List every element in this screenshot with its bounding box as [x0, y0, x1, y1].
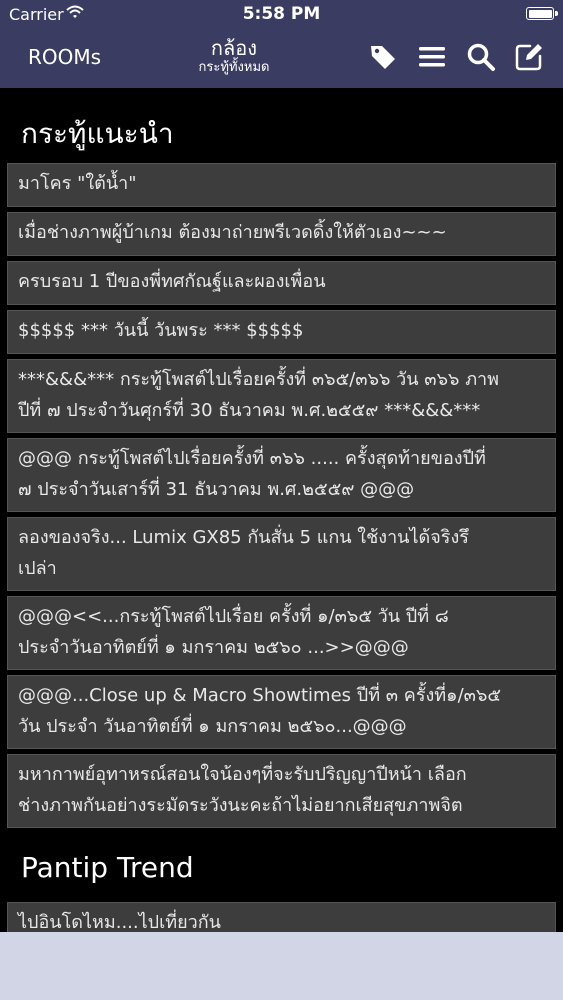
- item-line: ปีที่ ๗ ประจำวันศุกร์ที่ 30 ธันวาคม พ.ศ.…: [18, 400, 481, 421]
- item-line: ๗ ประจำวันเสาร์ที่ 31 ธันวาคม พ.ศ.๒๕๕๙ @…: [18, 479, 415, 500]
- list-item[interactable]: ไปอินโดไหม....ไปเที่ยวกัน: [7, 902, 556, 932]
- item-line: @@@ กระทู้โพสต์ไปเรื่อยครั้งที่ ๓๖๖ ....…: [18, 448, 486, 469]
- compose-icon[interactable]: [514, 42, 544, 72]
- section-header-recommended: กระทู้แนะนำ: [21, 117, 174, 150]
- item-line: $$$$$ *** วันนี้ วันพระ *** $$$$$: [18, 320, 304, 341]
- search-icon[interactable]: [466, 42, 496, 72]
- tab-bar: [0, 932, 563, 1000]
- list-item[interactable]: ครบรอบ 1 ปีของพี่ทศกัณฐ์และผองเพื่อน: [7, 261, 556, 305]
- battery-icon: [526, 7, 558, 20]
- list-item[interactable]: @@@<<...กระทู้โพสต์ไปเรื่อย ครั้งที่ ๑/๓…: [7, 596, 556, 670]
- item-line: ลองของจริง... Lumix GX85 กันสั่น 5 แกน ใ…: [18, 527, 469, 548]
- list-item[interactable]: @@@...Close up & Macro Showtimes ปีที่ ๓…: [7, 675, 556, 749]
- status-bar: Carrier 5:58 PM: [0, 0, 563, 28]
- content-scroll-area[interactable]: กระทู้แนะนำ มาโคร "ใต้น้ำ" เมื่อช่างภาพผ…: [0, 88, 563, 932]
- item-line: ไปอินโดไหม....ไปเที่ยวกัน: [18, 912, 221, 932]
- nav-title-group: กล้อง กระทู้ทั้งหมด: [160, 36, 308, 76]
- page-subtitle: กระทู้ทั้งหมด: [198, 60, 270, 75]
- list-item[interactable]: @@@ กระทู้โพสต์ไปเรื่อยครั้งที่ ๓๖๖ ....…: [7, 438, 556, 512]
- item-line: มหากาพย์อุทาหรณ์สอนใจน้องๆที่จะรับปริญญา…: [18, 764, 467, 785]
- item-line: วัน ประจำ วันอาทิตย์ที่ ๑ มกราคม ๒๕๖๐...…: [18, 716, 407, 737]
- navigation-bar: ROOMs กล้อง กระทู้ทั้งหมด: [0, 28, 563, 88]
- list-item[interactable]: ***&&&*** กระทู้โพสต์ไปเรื่อยครั้งที่ ๓๖…: [7, 359, 556, 433]
- item-line: ช่างภาพกันอย่างระมัดระวังนะคะถ้าไม่อยากเ…: [18, 795, 463, 816]
- list-item[interactable]: ลองของจริง... Lumix GX85 กันสั่น 5 แกน ใ…: [7, 517, 556, 591]
- list-item[interactable]: เมื่อช่างภาพผู้บ้าเกม ต้องมาถ่ายพรีเวดดิ…: [7, 212, 556, 256]
- section-header-pantip-trend: Pantip Trend: [21, 851, 194, 884]
- list-item[interactable]: มหากาพย์อุทาหรณ์สอนใจน้องๆที่จะรับปริญญา…: [7, 754, 556, 828]
- page-title: กล้อง: [210, 36, 258, 60]
- item-line: ***&&&*** กระทู้โพสต์ไปเรื่อยครั้งที่ ๓๖…: [18, 369, 500, 390]
- rooms-back-button[interactable]: ROOMs: [28, 45, 101, 69]
- item-line: มาโคร "ใต้น้ำ": [18, 173, 137, 194]
- status-time: 5:58 PM: [242, 4, 321, 24]
- list-item[interactable]: มาโคร "ใต้น้ำ": [7, 163, 556, 207]
- item-line: @@@<<...กระทู้โพสต์ไปเรื่อย ครั้งที่ ๑/๓…: [18, 606, 449, 627]
- item-line: เปล่า: [18, 558, 57, 579]
- item-line: ประจำวันอาทิตย์ที่ ๑ มกราคม ๒๕๖๐ ...>>@@…: [18, 637, 409, 658]
- item-line: @@@...Close up & Macro Showtimes ปีที่ ๓…: [18, 685, 502, 706]
- item-line: ครบรอบ 1 ปีของพี่ทศกัณฐ์และผองเพื่อน: [18, 271, 326, 292]
- tag-icon[interactable]: [368, 42, 398, 72]
- menu-icon[interactable]: [417, 42, 447, 72]
- item-line: เมื่อช่างภาพผู้บ้าเกม ต้องมาถ่ายพรีเวดดิ…: [18, 222, 447, 243]
- list-item[interactable]: $$$$$ *** วันนี้ วันพระ *** $$$$$: [7, 310, 556, 354]
